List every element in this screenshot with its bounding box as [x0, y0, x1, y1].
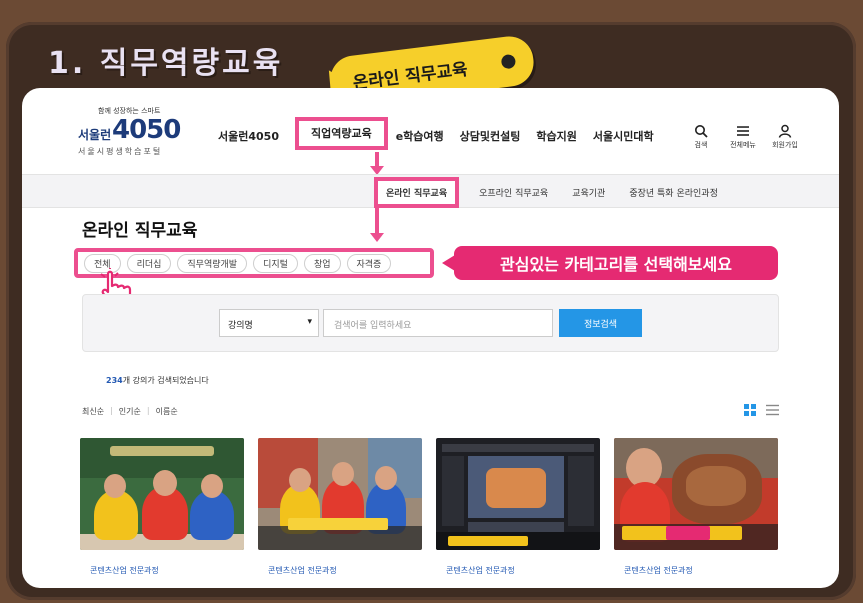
menu-util-label: 전체메뉴 — [730, 141, 756, 149]
course-thumbnail[interactable] — [80, 438, 244, 550]
search-icon — [695, 125, 708, 138]
subnav-item-institutions[interactable]: 교육기관 — [572, 186, 605, 199]
course-category: 콘텐츠산업 전문과정 — [624, 566, 693, 575]
search-util-button[interactable]: 검색 — [687, 124, 715, 150]
search-input[interactable]: 검색어를 입력하세요 — [323, 309, 553, 337]
sort-divider: | — [110, 406, 113, 415]
course-category: 콘텐츠산업 전문과정 — [268, 566, 337, 575]
nav-item-e-learning-trip[interactable]: e학습여행 — [396, 128, 444, 150]
page-title: 온라인 직무교육 — [82, 221, 198, 241]
course-card[interactable]: 콘텐츠산업 전문과정 — [80, 438, 244, 576]
list-view-icon[interactable] — [766, 404, 779, 416]
sort-options: 최신순 | 인기순 | 이름순 — [82, 406, 178, 417]
signup-util-label: 회원가입 — [772, 141, 798, 149]
chevron-down-icon: ▾ — [307, 317, 312, 327]
sub-nav-bar: 온라인 직무교육 오프라인 직무교육 교육기관 중장년 특화 온라인과정 — [22, 174, 839, 208]
nav-item-consulting[interactable]: 상담및컨설팅 — [460, 128, 521, 150]
nav-item-citizen-university[interactable]: 서울시민대학 — [593, 128, 654, 150]
browser-screen: 함께 성장하는 스마트 서울런 4050 서울시평생학습포털 서울런4050 직… — [22, 88, 839, 588]
subnav-item-middle-aged[interactable]: 중장년 특화 온라인과정 — [629, 186, 718, 199]
main-nav: 서울런4050 직업역량교육 e학습여행 상담및컨설팅 학습지원 서울시민대학 — [218, 117, 670, 150]
search-type-select[interactable]: 강의명 ▾ — [219, 309, 319, 337]
grid-view-icon[interactable] — [744, 404, 756, 416]
course-thumbnail[interactable] — [614, 438, 778, 550]
course-category: 콘텐츠산업 전문과정 — [446, 566, 515, 575]
view-toggle — [744, 404, 779, 416]
search-util-label: 검색 — [694, 141, 708, 149]
signup-util-button[interactable]: 회원가입 — [771, 124, 799, 150]
site-logo[interactable]: 함께 성장하는 스마트 서울런 4050 서울시평생학습포털 — [78, 106, 188, 162]
course-card[interactable]: 콘텐츠산업 전문과정 — [258, 438, 422, 576]
menu-util-button[interactable]: 전체메뉴 — [729, 124, 757, 150]
category-chip-certificate[interactable]: 자격증 — [346, 253, 392, 273]
sort-divider: | — [146, 406, 150, 415]
logo-subtitle: 서울시평생학습포털 — [78, 147, 163, 156]
utility-menu: 검색 전체메뉴 회원가입 — [687, 124, 799, 150]
course-list: 콘텐츠산업 전문과정 콘텐츠산업 전문과정 콘텐츠산업 전문과정 콘텐츠산업 전… — [80, 438, 778, 576]
category-callout: 관심있는 카테고리를 선택해보세요 — [454, 246, 778, 280]
result-count-number: 234 — [106, 376, 123, 385]
nav-item-seoulrun4050[interactable]: 서울런4050 — [218, 128, 279, 150]
logo-brand: 서울런 — [78, 128, 112, 142]
sort-name[interactable]: 이름순 — [156, 406, 178, 417]
nav-item-learning-support[interactable]: 학습지원 — [536, 128, 576, 150]
result-count-suffix: 개 강의가 검색되었습니다 — [122, 376, 209, 385]
logo-number: 4050 — [112, 115, 181, 145]
course-thumbnail[interactable] — [258, 438, 422, 550]
arrow-head-bottom — [370, 233, 384, 242]
slide-title: 1. 직무역량교육 — [48, 46, 284, 81]
category-chip-job-skills[interactable]: 직무역량개발 — [177, 253, 248, 273]
search-panel: 강의명 ▾ 검색어를 입력하세요 정보검색 — [82, 294, 779, 352]
subnav-item-offline[interactable]: 오프라인 직무교육 — [479, 186, 548, 199]
category-chip-digital[interactable]: 디지털 — [253, 253, 298, 273]
user-icon — [778, 124, 792, 138]
sub-nav: 온라인 직무교육 오프라인 직무교육 교육기관 중장년 특화 온라인과정 — [374, 175, 742, 209]
arrow-line-bottom — [375, 208, 379, 236]
menu-icon — [737, 126, 749, 136]
course-card[interactable]: 콘텐츠산업 전문과정 — [614, 438, 778, 576]
course-thumbnail[interactable] — [436, 438, 600, 550]
subnav-item-online[interactable]: 온라인 직무교육 — [374, 176, 460, 208]
bubble-dot-icon — [500, 53, 517, 70]
course-category: 콘텐츠산업 전문과정 — [90, 566, 159, 575]
category-chip-startup[interactable]: 창업 — [303, 253, 341, 273]
sort-latest[interactable]: 최신순 — [82, 406, 104, 417]
sort-popular[interactable]: 인기순 — [119, 406, 141, 417]
search-button[interactable]: 정보검색 — [559, 309, 642, 337]
course-card[interactable]: 콘텐츠산업 전문과정 — [436, 438, 600, 576]
nav-item-job-skills[interactable]: 직업역량교육 — [294, 117, 388, 150]
search-type-value: 강의명 — [228, 321, 253, 331]
result-count: 234개 강의가 검색되었습니다 — [106, 375, 209, 386]
